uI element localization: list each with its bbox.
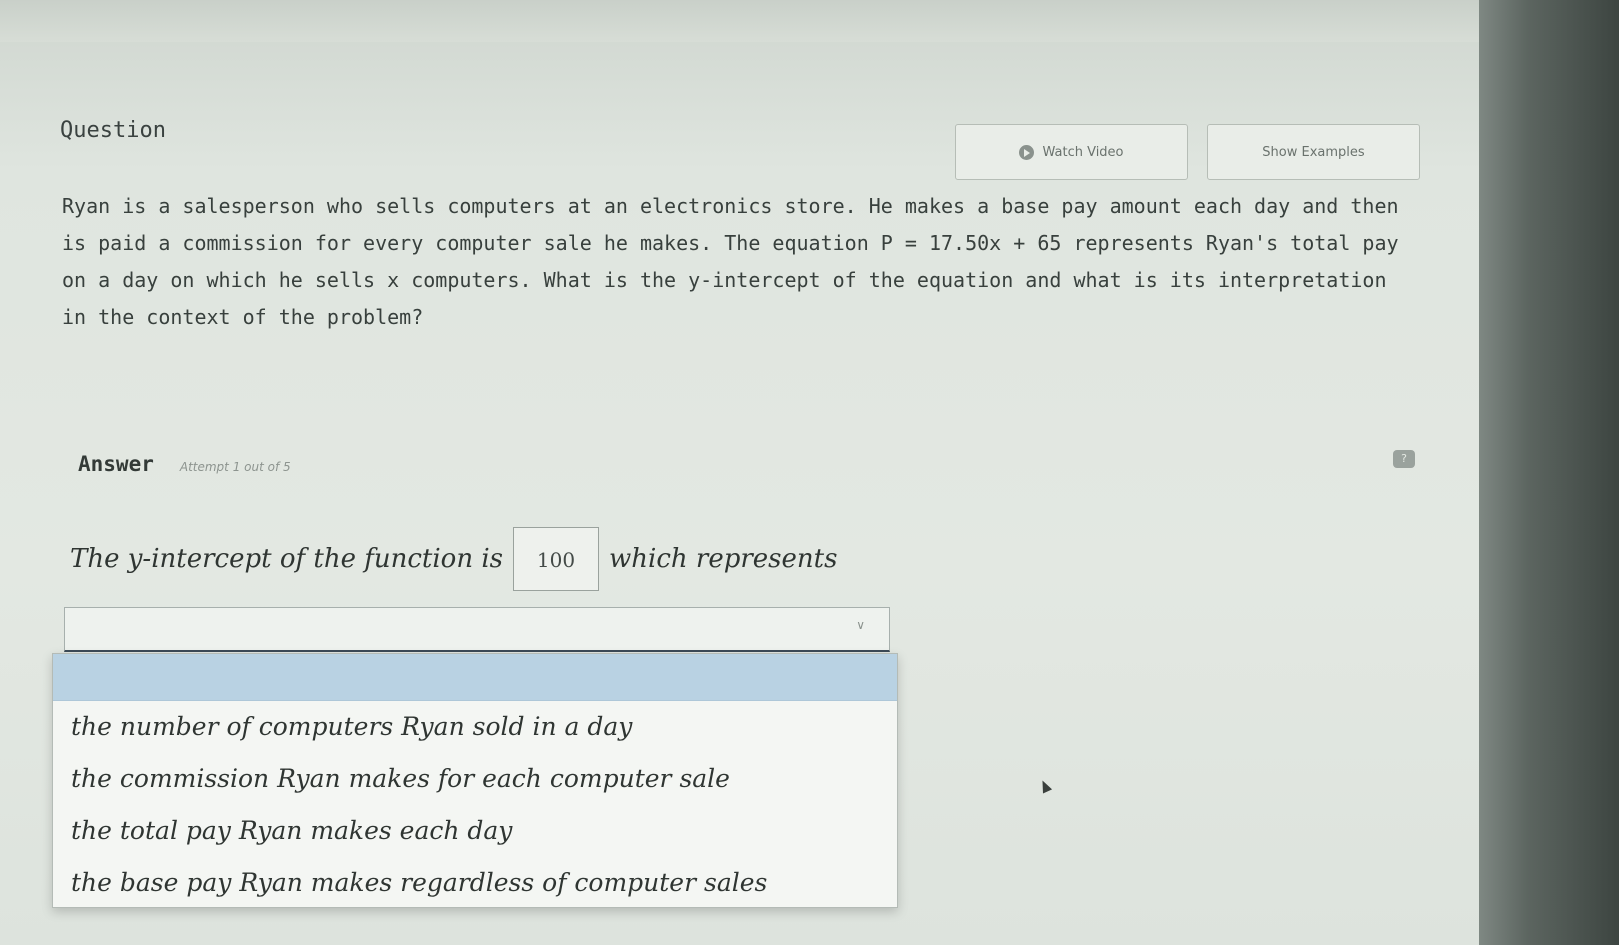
monitor-bezel (1479, 0, 1619, 945)
answer-sentence: The y-intercept of the function is 100 w… (70, 527, 837, 591)
attempt-counter: Attempt 1 out of 5 (179, 460, 291, 474)
screen: Question Watch Video Show Examples Ryan … (0, 0, 1619, 945)
question-text: Ryan is a salesperson who sells computer… (62, 194, 1399, 329)
sentence-tail: which represents (609, 544, 838, 574)
sentence-intro: The y-intercept of the function is (70, 544, 503, 574)
dropdown-menu: the number of computers Ryan sold in a d… (52, 653, 898, 908)
help-icon[interactable]: ? (1393, 450, 1415, 468)
dropdown-option[interactable]: the base pay Ryan makes regardless of co… (53, 857, 897, 909)
mouse-cursor-icon (1037, 778, 1053, 794)
answer-header: Answer Attempt 1 out of 5 (78, 452, 291, 476)
answer-label: Answer (78, 452, 154, 476)
watch-video-label: Watch Video (1042, 144, 1124, 160)
watch-video-button[interactable]: Watch Video (955, 124, 1188, 180)
play-circle-icon (1019, 144, 1035, 160)
show-examples-label: Show Examples (1262, 144, 1365, 160)
show-examples-button[interactable]: Show Examples (1207, 124, 1420, 180)
chevron-down-icon: ∨ (856, 618, 865, 632)
dropdown-option[interactable]: the total pay Ryan makes each day (53, 805, 897, 857)
interpretation-dropdown[interactable]: ∨ (64, 607, 890, 652)
question-heading: Question (60, 118, 166, 143)
dropdown-option[interactable]: the number of computers Ryan sold in a d… (53, 701, 897, 753)
intercept-input[interactable]: 100 (513, 527, 599, 591)
top-strip (0, 0, 1500, 42)
dropdown-option[interactable]: the commission Ryan makes for each compu… (53, 753, 897, 805)
menu-highlight-row[interactable] (53, 654, 897, 701)
